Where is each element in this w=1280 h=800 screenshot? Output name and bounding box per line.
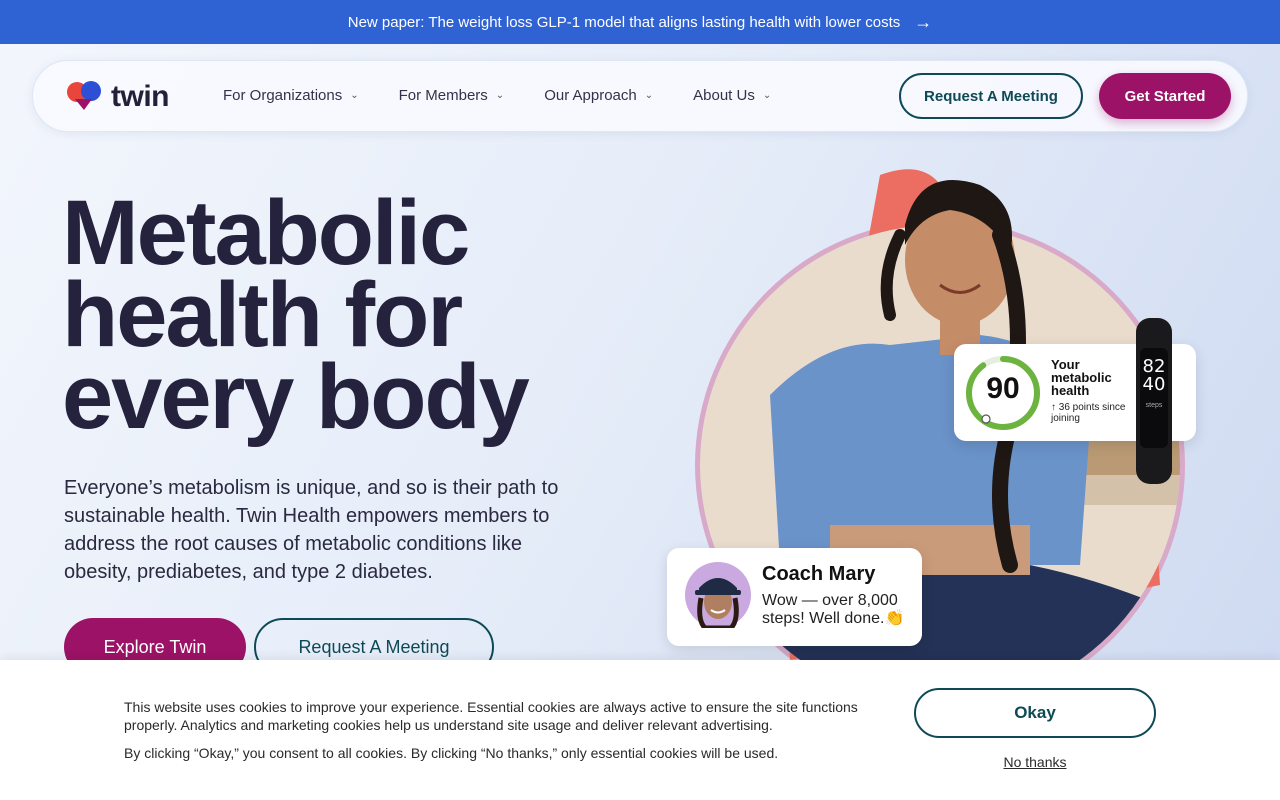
coach-message-card: Coach Mary Wow — over 8,000 steps! Well … bbox=[667, 548, 922, 646]
nav-item-our-approach[interactable]: Our Approach ⌄ bbox=[544, 87, 653, 104]
tracker-digits-line-2: 40 bbox=[1142, 374, 1166, 395]
nav-item-about-us[interactable]: About Us ⌄ bbox=[693, 87, 771, 104]
cookie-consent-text: By clicking “Okay,” you consent to all c… bbox=[124, 745, 779, 761]
tracker-display: 82 40 bbox=[1141, 358, 1167, 394]
chevron-down-icon: ⌄ bbox=[495, 90, 505, 101]
metabolic-score-points: ↑ 36 points since joining bbox=[1051, 402, 1126, 424]
coach-avatar bbox=[685, 562, 751, 628]
arrow-right-icon[interactable]: → bbox=[914, 13, 932, 31]
cookie-text: This website uses cookies to improve you… bbox=[124, 699, 858, 733]
nav-item-label: For Members bbox=[398, 87, 488, 104]
tracker-steps-label: steps bbox=[1145, 402, 1163, 409]
coach-message: Wow — over 8,000 steps! Well done.👏 bbox=[762, 592, 905, 627]
nav-item-label: Our Approach bbox=[544, 87, 637, 104]
twin-logo[interactable]: twin bbox=[65, 79, 170, 115]
main-nav: twin For Organizations ⌄ For Members ⌄ O… bbox=[32, 60, 1248, 132]
nav-item-label: For Organizations bbox=[223, 87, 343, 104]
nav-item-for-organizations[interactable]: For Organizations ⌄ bbox=[223, 87, 359, 104]
announcement-bar[interactable]: New paper: The weight loss GLP-1 model t… bbox=[0, 0, 1280, 44]
get-started-button[interactable]: Get Started bbox=[1099, 73, 1231, 119]
metabolic-score-title: Your metabolic health bbox=[1051, 357, 1112, 398]
nav-item-label: About Us bbox=[693, 87, 755, 104]
logo-text: twin bbox=[111, 80, 170, 113]
chevron-down-icon: ⌄ bbox=[762, 90, 772, 101]
headline-line-2: health for bbox=[62, 264, 463, 366]
coach-name: Coach Mary bbox=[762, 563, 876, 585]
chevron-down-icon: ⌄ bbox=[644, 90, 654, 101]
cookie-banner: This website uses cookies to improve you… bbox=[0, 660, 1280, 800]
headline-line-3: every body bbox=[62, 346, 530, 448]
nav-item-for-members[interactable]: For Members ⌄ bbox=[399, 87, 505, 104]
chevron-down-icon: ⌄ bbox=[350, 90, 359, 101]
request-meeting-nav-button[interactable]: Request A Meeting bbox=[899, 73, 1083, 119]
hero-subtext: Everyone’s metabolism is unique, and so … bbox=[64, 477, 559, 583]
nav-menu: For Organizations ⌄ For Members ⌄ Our Ap… bbox=[223, 87, 771, 104]
fitness-tracker-image bbox=[1136, 318, 1172, 484]
cookie-okay-button[interactable]: Okay bbox=[914, 688, 1156, 738]
headline-line-1: Metabolic bbox=[62, 182, 470, 284]
twin-logo-mark-icon bbox=[67, 81, 101, 110]
metabolic-score-value: 90 bbox=[986, 372, 1020, 405]
cookie-no-thanks-link[interactable]: No thanks bbox=[914, 754, 1156, 770]
hero-headline: Metabolic health for every body bbox=[62, 182, 622, 448]
announcement-text[interactable]: New paper: The weight loss GLP-1 model t… bbox=[348, 14, 901, 31]
